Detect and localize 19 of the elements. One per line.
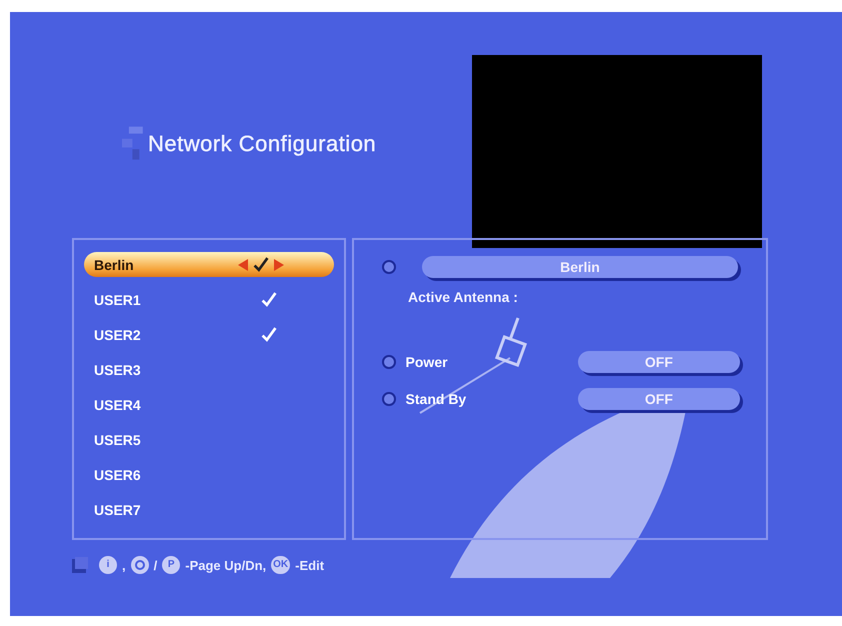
user-list-item[interactable]: USER4: [84, 392, 334, 417]
remote-key: OK: [271, 556, 290, 574]
hint-text: -Page Up/Dn,: [185, 558, 266, 572]
user-list-item[interactable]: Berlin: [84, 252, 334, 277]
user-list-item[interactable]: USER2: [84, 322, 334, 347]
setting-label: Power: [406, 354, 449, 370]
antenna-label: Active Antenna :: [408, 289, 519, 305]
user-list-item[interactable]: USER6: [84, 462, 334, 487]
user-list-item[interactable]: USER5: [84, 427, 334, 452]
hint-text: -Edit: [295, 558, 324, 572]
page-title: Network Configuration: [148, 131, 376, 157]
remote-key: P: [162, 556, 180, 574]
user-list-item[interactable]: USER3: [84, 357, 334, 382]
user-list-item[interactable]: USER1: [84, 287, 334, 312]
user-list-item[interactable]: USER7: [84, 497, 334, 522]
remote-key: i: [99, 556, 117, 574]
hint-text: ,: [122, 558, 126, 572]
hint-text: /: [154, 558, 158, 572]
setting-label: Stand By: [406, 390, 468, 406]
